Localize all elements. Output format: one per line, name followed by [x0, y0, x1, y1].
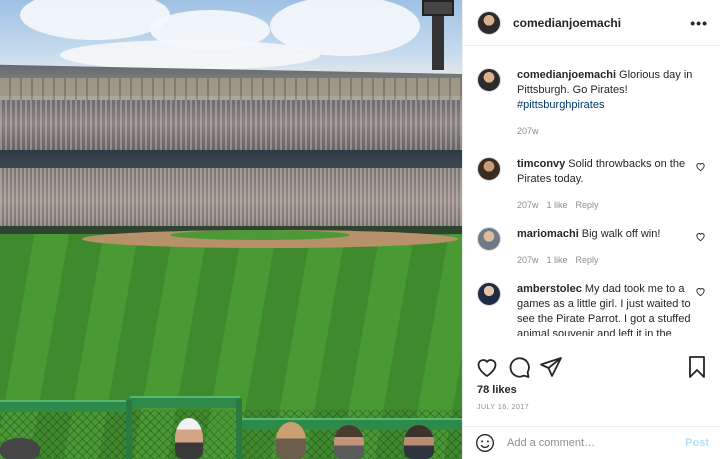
comment-icon[interactable]	[507, 355, 531, 379]
bookmark-icon[interactable]	[685, 355, 709, 379]
fan	[0, 438, 40, 459]
comment-meta: 207w 1 like Reply	[517, 253, 695, 268]
post-sidebar: comedianjoemachi ••• comedianjoemachi Glo…	[462, 0, 720, 459]
emoji-icon[interactable]	[475, 433, 495, 453]
fan	[276, 422, 306, 459]
upper-deck-rail	[0, 150, 462, 170]
post-button[interactable]: Post	[685, 437, 709, 449]
fan	[404, 425, 434, 459]
comment-text: Big walk off win!	[581, 228, 661, 240]
hashtag-link[interactable]: #pittsburghpirates	[517, 99, 604, 111]
comment-likes[interactable]: 1 like	[547, 200, 568, 210]
comment: amberstolec My dad took me to a games as …	[477, 282, 706, 336]
caption-username[interactable]: comedianjoemachi	[517, 69, 616, 81]
reply-button[interactable]: Reply	[576, 255, 599, 265]
add-comment-bar: Post	[463, 426, 720, 459]
heart-icon[interactable]	[695, 161, 706, 172]
comment: mariomachi Big walk off win! 207w 1 like Re…	[477, 227, 706, 268]
avatar[interactable]	[477, 157, 501, 181]
caption: comedianjoemachi Glorious day in Pittsbur…	[477, 68, 706, 139]
comment-username[interactable]: mariomachi	[517, 228, 579, 240]
comment-age: 207w	[517, 255, 539, 265]
comment-input[interactable]	[507, 437, 686, 449]
author-username[interactable]: comedianjoemachi	[513, 16, 690, 30]
comment: timconvy Solid throwbacks on the Pirates …	[477, 157, 706, 213]
post-photo[interactable]	[0, 0, 462, 459]
infield-grass	[170, 230, 350, 240]
comment-meta: 207w 1 like Reply	[517, 198, 695, 213]
bullpen-rail	[130, 396, 240, 408]
action-bar	[463, 352, 720, 382]
comment-age: 207w	[517, 200, 539, 210]
fence-post	[126, 400, 132, 459]
heart-icon[interactable]	[695, 286, 706, 297]
comment-username[interactable]: amberstolec	[517, 283, 582, 295]
reply-button[interactable]: Reply	[576, 200, 599, 210]
heart-icon[interactable]	[695, 231, 706, 242]
lower-deck-crowd	[0, 168, 462, 234]
cloud	[20, 0, 170, 40]
bullpen-rail	[0, 400, 130, 412]
comments-list: comedianjoemachi Glorious day in Pittsbur…	[463, 46, 720, 336]
share-icon[interactable]	[539, 355, 563, 379]
light-tower-head	[422, 0, 454, 16]
fence-post	[236, 398, 242, 459]
heart-icon[interactable]	[475, 355, 499, 379]
avatar[interactable]	[477, 282, 501, 306]
cloud	[60, 40, 320, 70]
avatar[interactable]	[477, 68, 501, 92]
likes-count[interactable]: 78 likes	[477, 384, 517, 396]
post-date: JULY 16, 2017	[477, 404, 530, 411]
caption-meta: 207w	[517, 124, 695, 139]
comment-username[interactable]: timconvy	[517, 158, 565, 170]
fan	[175, 418, 203, 459]
avatar[interactable]	[477, 10, 501, 35]
more-options-icon[interactable]: •••	[690, 15, 708, 31]
avatar[interactable]	[477, 227, 501, 251]
caption-age: 207w	[517, 126, 539, 136]
fan	[334, 425, 364, 459]
post-header: comedianjoemachi •••	[463, 0, 720, 46]
comment-likes[interactable]: 1 like	[547, 255, 568, 265]
